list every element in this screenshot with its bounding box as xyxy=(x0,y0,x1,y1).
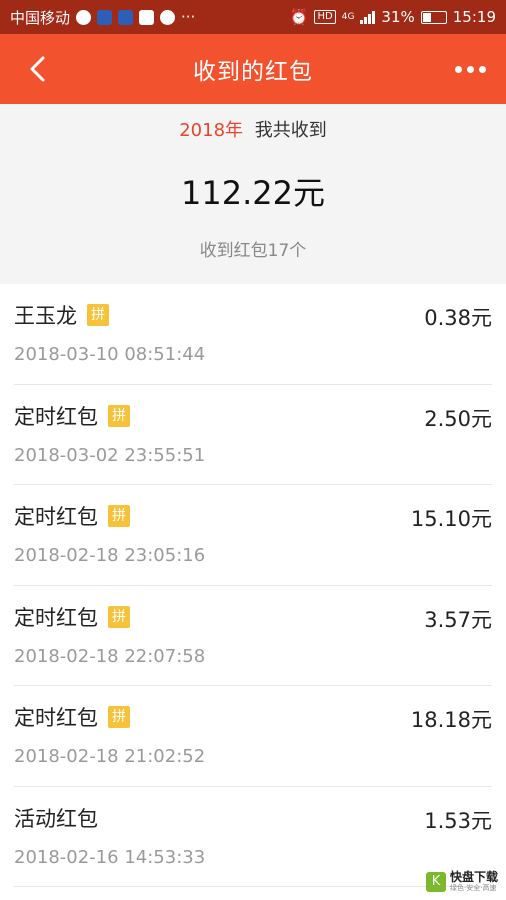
pin-badge: 拼 xyxy=(108,505,130,527)
list-item[interactable]: 王玉龙拼 0.38元 2018-03-10 08:51:44 xyxy=(0,284,506,385)
network-type: 4G xyxy=(341,12,355,22)
alarm-icon: ⏰ xyxy=(289,8,309,26)
year-suffix: 我共收到 xyxy=(254,120,327,141)
sender-name: 定时红包 xyxy=(14,706,98,730)
sender-name: 定时红包 xyxy=(14,605,98,630)
pin-badge: 拼 xyxy=(87,304,109,326)
timestamp: 2018-02-18 23:05:16 xyxy=(14,545,206,566)
more-button[interactable] xyxy=(452,56,488,82)
watermark-name: 快盘下载 xyxy=(449,870,498,884)
wechat-icon xyxy=(160,9,176,25)
chevron-left-icon xyxy=(30,56,45,82)
list-item[interactable]: 定时红包拼 15.10元 2018-02-18 23:05:16 xyxy=(0,485,506,586)
clock: 15:19 xyxy=(452,8,496,26)
back-button[interactable] xyxy=(22,52,52,86)
list-item[interactable]: 定时红包拼 18.18元 2018-02-18 21:02:52 xyxy=(0,686,506,787)
pin-badge: 拼 xyxy=(108,605,130,628)
timestamp: 2018-02-18 22:07:58 xyxy=(14,645,206,667)
signal-icon xyxy=(360,10,376,24)
timestamp: 2018-03-10 08:51:44 xyxy=(14,344,206,365)
summary-panel: 2018年 我共收到 112.22元 收到红包17个 xyxy=(0,104,506,284)
amount: 0.38元 xyxy=(424,306,492,330)
list-item[interactable]: 定时红包拼 3.57元 2018-02-18 22:07:58 xyxy=(0,586,506,687)
amount: 18.18元 xyxy=(410,708,492,732)
status-bar: 中国移动 ··· ⏰ HD 4G 31% 15:19 xyxy=(0,0,506,34)
year-line: 2018年 我共收到 xyxy=(0,116,506,142)
amount: 3.57元 xyxy=(424,607,492,632)
status-right: ⏰ HD 4G 31% 15:19 xyxy=(290,8,496,26)
amount: 15.10元 xyxy=(410,507,492,531)
battery-icon xyxy=(420,10,447,24)
browser-icon xyxy=(76,9,92,25)
page-title: 收到的红包 xyxy=(193,59,313,85)
battery-percent: 31% xyxy=(381,8,415,26)
sender-name: 定时红包 xyxy=(14,404,98,429)
sender-name: 活动红包 xyxy=(14,806,98,831)
map-pin-icon xyxy=(139,9,155,25)
pin-badge: 拼 xyxy=(108,706,130,728)
timestamp: 2018-02-16 14:53:33 xyxy=(14,846,206,868)
year-selector[interactable]: 2018年 xyxy=(179,120,243,141)
timestamp: 2018-02-18 21:02:52 xyxy=(14,746,206,767)
title-bar: 收到的红包 xyxy=(0,34,506,104)
sender-name: 王玉龙 xyxy=(14,304,77,328)
sender-name: 定时红包 xyxy=(14,505,98,529)
watermark-logo-icon: K xyxy=(425,871,446,892)
record-list: 王玉龙拼 0.38元 2018-03-10 08:51:44 定时红包拼 2.5… xyxy=(0,284,506,887)
app-icon xyxy=(97,9,113,25)
carrier-label: 中国移动 xyxy=(10,8,71,27)
pin-badge: 拼 xyxy=(108,404,130,427)
watermark-logo: K 快盘下载 绿色·安全·高速 xyxy=(425,870,498,892)
app-icon xyxy=(118,9,134,25)
more-horizontal-icon xyxy=(454,65,462,73)
status-left: 中国移动 ··· xyxy=(10,7,195,28)
total-amount: 112.22元 xyxy=(181,174,325,212)
amount: 1.53元 xyxy=(424,808,492,833)
hd-badge: HD xyxy=(314,10,336,24)
envelope-count: 收到红包17个 xyxy=(199,241,307,261)
more-notifications-icon: ··· xyxy=(181,8,196,26)
list-item[interactable]: 定时红包拼 2.50元 2018-03-02 23:55:51 xyxy=(0,385,506,486)
amount: 2.50元 xyxy=(424,406,492,431)
watermark-tagline: 绿色·安全·高速 xyxy=(449,884,497,892)
timestamp: 2018-03-02 23:55:51 xyxy=(14,444,206,466)
